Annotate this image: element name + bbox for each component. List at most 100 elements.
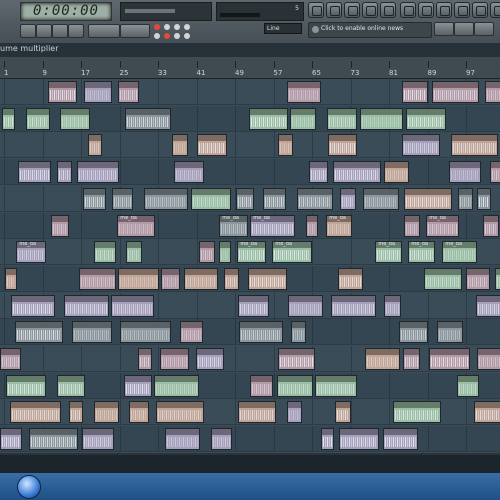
audio-clip[interactable] <box>11 294 56 317</box>
audio-clip[interactable] <box>138 348 153 370</box>
audio-clip[interactable]: me_da <box>219 214 249 237</box>
audio-clip[interactable] <box>196 348 225 370</box>
audio-clip[interactable] <box>153 374 199 397</box>
misc-button[interactable] <box>434 22 454 36</box>
audio-clip[interactable] <box>449 161 482 184</box>
audio-clip[interactable] <box>165 428 201 451</box>
option-led-icon[interactable] <box>174 24 180 30</box>
track-lane[interactable] <box>0 292 500 319</box>
audio-clip[interactable] <box>477 348 500 370</box>
option-led-icon[interactable] <box>184 24 190 30</box>
audio-clip[interactable] <box>457 187 473 210</box>
audio-clip[interactable] <box>82 187 106 210</box>
audio-clip[interactable] <box>403 348 421 370</box>
track-lane[interactable] <box>0 346 500 372</box>
snap-select[interactable]: Line <box>264 23 302 34</box>
audio-clip[interactable] <box>365 348 401 370</box>
pattern-song-selector[interactable] <box>88 24 150 40</box>
audio-clip[interactable] <box>291 321 307 344</box>
audio-clip[interactable] <box>476 294 500 317</box>
playlist-tracks[interactable]: me_da me_da me_da me_da me_da me_da me_da me_da… <box>0 79 500 453</box>
track-lane[interactable] <box>0 185 500 212</box>
misc-button[interactable] <box>454 22 474 36</box>
audio-clip[interactable] <box>1 107 15 130</box>
audio-clip[interactable] <box>82 428 115 451</box>
track-lane[interactable] <box>0 105 500 132</box>
audio-clip[interactable] <box>117 81 139 103</box>
audio-clip[interactable] <box>276 374 313 397</box>
audio-clip[interactable] <box>476 187 491 210</box>
audio-clip[interactable] <box>403 187 452 210</box>
audio-clip[interactable] <box>383 428 419 451</box>
piano-roll-icon[interactable] <box>326 2 342 18</box>
audio-clip[interactable]: me_da <box>250 214 296 237</box>
audio-clip[interactable] <box>314 374 357 397</box>
audio-clip[interactable] <box>223 267 239 290</box>
audio-clip[interactable] <box>219 241 232 264</box>
loop-button[interactable] <box>68 24 84 38</box>
audio-clip[interactable] <box>423 267 462 290</box>
audio-clip[interactable] <box>183 267 218 290</box>
audio-clip[interactable] <box>401 81 428 103</box>
audio-clip[interactable] <box>392 401 441 424</box>
audio-clip[interactable] <box>124 107 171 130</box>
audio-clip[interactable] <box>4 267 17 290</box>
audio-clip[interactable]: me_da <box>375 241 403 264</box>
audio-clip[interactable] <box>238 294 270 317</box>
timeline-ruler[interactable]: 1 9 17 25 33 41 49 57 65 73 81 89 97 <box>0 57 500 79</box>
settings-icon[interactable] <box>436 2 452 18</box>
menu-icon[interactable] <box>490 2 500 18</box>
track-lane[interactable] <box>0 426 500 453</box>
online-news-bar[interactable]: Click to enable online news <box>308 22 432 38</box>
audio-clip[interactable]: me_da <box>408 241 436 264</box>
audio-clip[interactable] <box>401 134 440 157</box>
audio-clip[interactable] <box>384 294 402 317</box>
audio-clip[interactable] <box>211 428 233 451</box>
channel-rack-icon[interactable] <box>344 2 360 18</box>
audio-clip[interactable] <box>483 214 500 237</box>
option-led-icon[interactable] <box>164 24 170 30</box>
track-lane[interactable]: me_da me_da me_da me_da me_da <box>0 212 500 239</box>
pattern-button[interactable] <box>88 24 120 38</box>
audio-clip[interactable] <box>111 294 155 317</box>
audio-clip[interactable] <box>64 294 110 317</box>
audio-clip[interactable] <box>87 134 102 157</box>
audio-clip[interactable] <box>321 428 335 451</box>
audio-clip[interactable] <box>126 241 143 264</box>
audio-clip[interactable] <box>29 428 79 451</box>
audio-clip[interactable] <box>456 374 479 397</box>
audio-clip[interactable] <box>160 348 190 370</box>
audio-clip[interactable] <box>47 81 77 103</box>
audio-clip[interactable]: me_da <box>117 214 156 237</box>
audio-clip[interactable] <box>5 374 46 397</box>
start-orb-icon[interactable] <box>17 475 41 499</box>
track-lane[interactable] <box>0 79 500 105</box>
audio-clip[interactable] <box>429 348 471 370</box>
misc-button[interactable] <box>474 22 494 36</box>
stop-button[interactable] <box>52 24 68 38</box>
audio-clip[interactable] <box>174 161 205 184</box>
playlist-icon[interactable] <box>308 2 324 18</box>
audio-clip[interactable] <box>331 294 377 317</box>
audio-clip[interactable] <box>384 161 410 184</box>
audio-clip[interactable]: me_da <box>326 214 353 237</box>
audio-clip[interactable] <box>93 401 119 424</box>
audio-clip[interactable] <box>289 107 316 130</box>
audio-clip[interactable] <box>111 187 133 210</box>
audio-clip[interactable] <box>117 267 159 290</box>
audio-clip[interactable] <box>57 161 73 184</box>
option-led-icon[interactable] <box>184 33 190 39</box>
option-led-icon[interactable] <box>154 33 160 39</box>
audio-clip[interactable] <box>155 401 204 424</box>
audio-clip[interactable] <box>262 187 286 210</box>
audio-clip[interactable] <box>490 161 500 184</box>
audio-clip[interactable] <box>288 294 324 317</box>
audio-clip[interactable] <box>247 267 287 290</box>
audio-clip[interactable] <box>339 187 356 210</box>
track-lane[interactable] <box>0 265 500 292</box>
audio-clip[interactable] <box>286 81 321 103</box>
option-led-icon[interactable] <box>164 33 170 39</box>
audio-clip[interactable] <box>235 187 254 210</box>
track-lane[interactable] <box>0 372 500 399</box>
audio-clip[interactable] <box>18 161 52 184</box>
